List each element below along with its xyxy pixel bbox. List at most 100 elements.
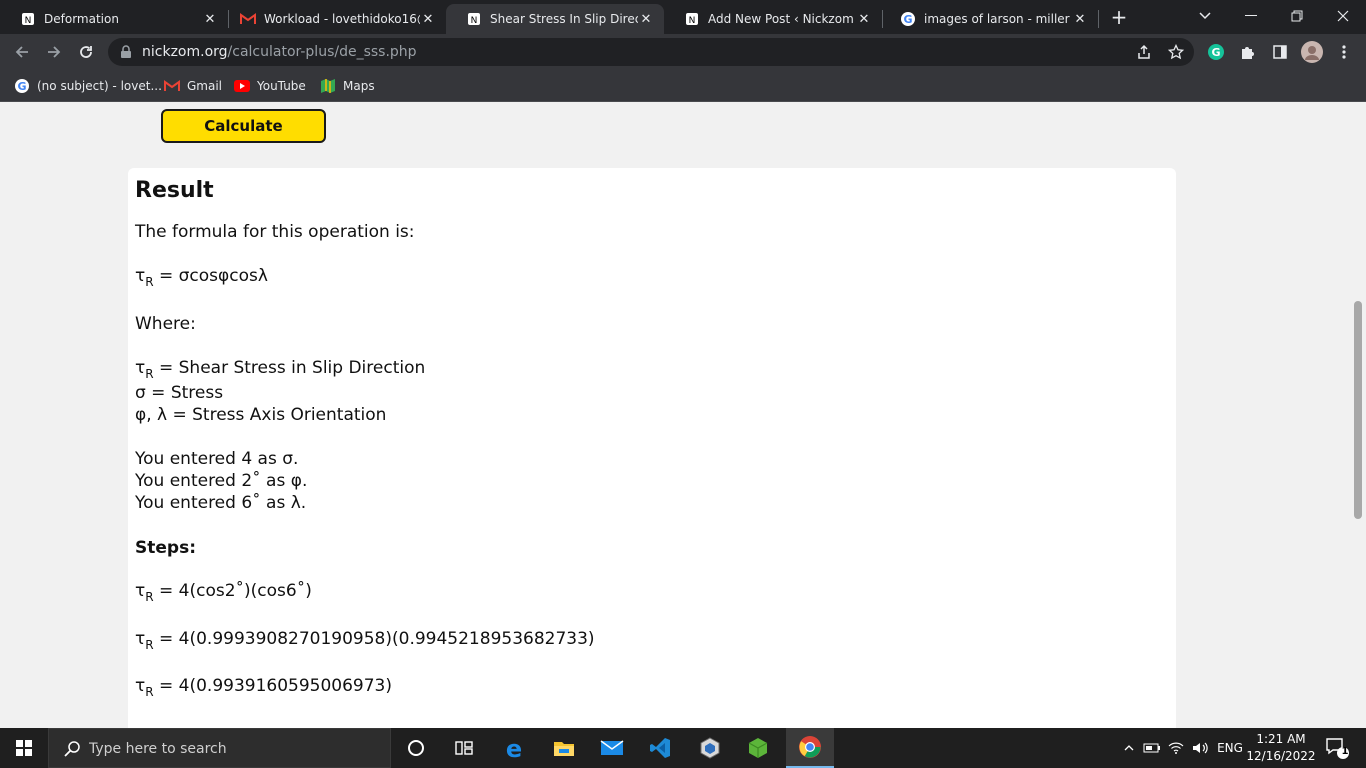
- definition-sigma: σ = Stress: [135, 383, 224, 403]
- forward-arrow-icon[interactable]: [42, 40, 66, 64]
- tau-symbol: τ: [135, 581, 146, 601]
- wifi-icon[interactable]: [1166, 728, 1186, 768]
- svg-text:N: N: [25, 16, 32, 26]
- close-tab-icon[interactable]: ✕: [1072, 12, 1088, 27]
- notification-center-icon[interactable]: 1: [1320, 728, 1354, 768]
- formula-line: τR = σcosφcosλ: [135, 266, 268, 289]
- tab-search-icon[interactable]: [1182, 0, 1228, 32]
- address-bar[interactable]: nickzom.org/calculator-plus/de_sss.php: [108, 38, 1194, 66]
- chrome-taskbar-icon[interactable]: [786, 728, 834, 768]
- step-text: = 4(0.9993908270190958)(0.99452189536827…: [153, 629, 595, 649]
- profile-avatar[interactable]: [1300, 40, 1324, 64]
- tab-title: images of larson - miller para: [924, 12, 1072, 26]
- file-explorer-icon[interactable]: [540, 728, 588, 768]
- definition-phi-lambda: φ, λ = Stress Axis Orientation: [135, 405, 387, 425]
- bookmarks-bar: G (no subject) - lovet... Gmail YouTube …: [0, 70, 1366, 102]
- gmail-icon: [240, 11, 256, 27]
- close-window-icon[interactable]: [1320, 0, 1366, 32]
- taskbar-search-input[interactable]: [89, 739, 379, 759]
- lock-icon[interactable]: [120, 44, 132, 63]
- language-indicator[interactable]: ENG: [1214, 728, 1246, 768]
- tau-symbol: τ: [135, 266, 146, 286]
- browser-toolbar: nickzom.org/calculator-plus/de_sss.php G: [0, 34, 1366, 70]
- tab-separator: [1098, 10, 1099, 28]
- taskbar-search[interactable]: [48, 728, 391, 768]
- virtualbox-icon[interactable]: [686, 728, 734, 768]
- tau-symbol: τ: [135, 629, 146, 649]
- tab-title: Deformation: [44, 12, 119, 26]
- step-text: = 4(cos2˚)(cos6˚): [153, 581, 312, 601]
- tau-subscript: R: [145, 367, 154, 381]
- close-tab-icon[interactable]: ✕: [420, 12, 436, 27]
- clock-date: 12/16/2022: [1246, 749, 1316, 763]
- definition-text: = Shear Stress in Slip Direction: [153, 358, 426, 378]
- vscode-icon[interactable]: [636, 728, 684, 768]
- battery-icon[interactable]: [1142, 728, 1162, 768]
- notification-count: 1: [1341, 746, 1349, 757]
- page-scrollbar[interactable]: [1350, 103, 1366, 728]
- close-tab-icon[interactable]: ✕: [856, 12, 872, 27]
- bookmark-label: YouTube: [257, 79, 306, 93]
- tau-subscript: R: [145, 685, 154, 699]
- kebab-menu-icon[interactable]: [1332, 40, 1356, 64]
- youtube-icon: [234, 78, 250, 94]
- side-panel-icon[interactable]: [1268, 40, 1292, 64]
- page-viewport: Calculate Result The formula for this op…: [0, 103, 1350, 728]
- minimize-icon[interactable]: [1228, 0, 1274, 32]
- bookmark-youtube[interactable]: YouTube: [234, 76, 306, 96]
- tab-title: Add New Post ‹ Nickzom Blo: [708, 12, 856, 26]
- formula-intro: The formula for this operation is:: [135, 222, 415, 242]
- svg-text:G: G: [17, 80, 26, 93]
- tab-shear-stress[interactable]: N Shear Stress In Slip Direction ✕: [446, 4, 664, 34]
- new-tab-button[interactable]: +: [1108, 6, 1130, 28]
- grammarly-icon[interactable]: G: [1204, 40, 1228, 64]
- clock-time: 1:21 AM: [1256, 732, 1306, 746]
- task-view-icon[interactable]: [440, 728, 488, 768]
- google-icon: G: [14, 78, 30, 94]
- nickzom-favicon-icon: N: [20, 11, 36, 27]
- bookmark-no-subject[interactable]: G (no subject) - lovet...: [14, 76, 162, 96]
- tab-workload[interactable]: Workload - lovethidoko16@g ✕: [220, 4, 446, 34]
- steps-label: Steps:: [135, 538, 196, 558]
- entered-phi: You entered 2˚ as φ.: [135, 471, 308, 491]
- tau-subscript: R: [145, 590, 154, 604]
- step-3: τR = 4(0.9939160595006973): [135, 676, 392, 699]
- windows-start-icon[interactable]: [0, 728, 48, 768]
- gmail-icon: [164, 78, 180, 94]
- tab-title: Workload - lovethidoko16@g: [264, 12, 420, 26]
- tab-images-larson[interactable]: G images of larson - miller para ✕: [880, 4, 1098, 34]
- bookmark-maps[interactable]: Maps: [320, 76, 375, 96]
- formula-rhs: = σcosφcosλ: [153, 266, 268, 286]
- show-hidden-icons-chevron-icon[interactable]: [1120, 728, 1138, 768]
- edge-browser-icon[interactable]: e: [490, 728, 538, 768]
- calculate-button[interactable]: Calculate: [161, 109, 326, 143]
- bookmark-star-icon[interactable]: [1164, 40, 1188, 64]
- green-cube-app-icon[interactable]: [734, 728, 782, 768]
- cortana-icon[interactable]: [392, 728, 440, 768]
- bookmark-label: Maps: [343, 79, 375, 93]
- back-arrow-icon[interactable]: [10, 40, 34, 64]
- maps-icon: [320, 78, 336, 94]
- close-tab-icon[interactable]: ✕: [638, 12, 654, 27]
- svg-text:e: e: [506, 736, 522, 760]
- system-clock[interactable]: 1:21 AM 12/16/2022: [1244, 731, 1318, 765]
- reload-icon[interactable]: [74, 40, 98, 64]
- share-icon[interactable]: [1132, 40, 1156, 64]
- tau-symbol: τ: [135, 358, 146, 378]
- tab-deformation[interactable]: N Deformation ✕: [0, 4, 228, 34]
- volume-icon[interactable]: [1190, 728, 1212, 768]
- restore-icon[interactable]: [1274, 0, 1320, 32]
- tab-title: Shear Stress In Slip Direction: [490, 12, 638, 26]
- scrollbar-thumb[interactable]: [1354, 301, 1362, 519]
- svg-text:N: N: [689, 16, 696, 26]
- entered-lambda: You entered 6˚ as λ.: [135, 493, 307, 513]
- tab-add-new-post[interactable]: N Add New Post ‹ Nickzom Blo ✕: [664, 4, 882, 34]
- bookmark-label: (no subject) - lovet...: [37, 79, 162, 93]
- extensions-puzzle-icon[interactable]: [1236, 40, 1260, 64]
- windows-taskbar: e ENG 1:21 AM 12/16/2022 1: [0, 728, 1366, 768]
- url-path: /calculator-plus/de_sss.php: [227, 44, 417, 60]
- bookmark-gmail[interactable]: Gmail: [164, 76, 222, 96]
- close-tab-icon[interactable]: ✕: [202, 12, 218, 27]
- nickzom-favicon-icon: N: [466, 11, 482, 27]
- mail-icon[interactable]: [588, 728, 636, 768]
